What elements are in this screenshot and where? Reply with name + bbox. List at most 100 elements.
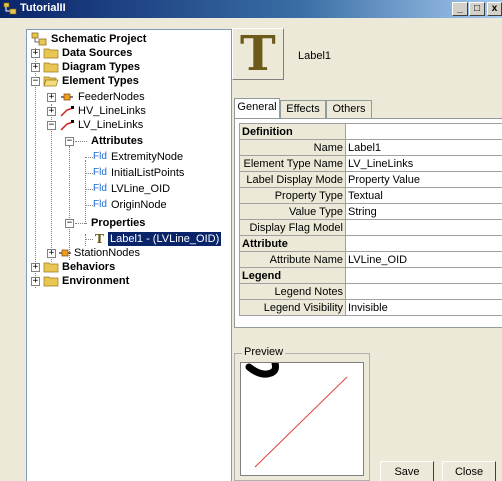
tab-effects[interactable]: Effects: [280, 100, 326, 118]
tree-label: LV_LineLinks: [78, 119, 144, 131]
tree-label: Data Sources: [62, 47, 133, 59]
preview-canvas: [240, 362, 364, 476]
section-spacer: [345, 123, 502, 140]
schematic-tree[interactable]: Schematic Project + Data Sources + Diagr…: [26, 29, 232, 481]
collapse-icon[interactable]: −: [31, 77, 40, 86]
element-name: Label1: [298, 50, 332, 62]
collapse-icon[interactable]: −: [65, 137, 74, 146]
grid-row[interactable]: Property Type Textual: [239, 187, 502, 204]
tree-label: OriginNode: [111, 199, 167, 211]
line-link-icon: [60, 120, 74, 131]
expand-icon[interactable]: +: [47, 107, 56, 116]
grid-key: Display Flag Model: [239, 219, 346, 236]
node-icon: [61, 93, 73, 101]
grid-key: Attribute Name: [239, 251, 346, 268]
tree-item-element-types[interactable]: − Element Types: [31, 74, 231, 88]
tree-item-data-sources[interactable]: + Data Sources: [31, 46, 231, 60]
tree-label: InitialListPoints: [111, 167, 185, 179]
project-icon: [31, 32, 47, 46]
grid-row[interactable]: Attribute Name LVLine_OID: [239, 251, 502, 268]
grid-key: Legend Visibility: [239, 299, 346, 316]
grid-section: Attribute: [239, 235, 502, 252]
tree-label: Diagram Types: [62, 61, 141, 73]
tree-line: [75, 141, 87, 142]
tree-item-behaviors[interactable]: + Behaviors: [31, 260, 231, 274]
tree-label: FeederNodes: [78, 91, 145, 103]
grid-section: Definition: [239, 123, 502, 140]
tree-item-attribute[interactable]: Fld LVLine_OID: [83, 182, 229, 196]
property-grid[interactable]: Definition Name Label1 Element Type Name…: [239, 123, 502, 316]
grid-value[interactable]: Textual: [345, 187, 502, 204]
tree-label: Label1 - (LVLine_OID): [108, 232, 222, 246]
grid-row[interactable]: Name Label1: [239, 139, 502, 156]
grid-row[interactable]: Display Flag Model: [239, 219, 502, 236]
tree-item-attribute[interactable]: Fld ExtremityNode: [83, 150, 229, 164]
collapse-icon[interactable]: −: [65, 219, 74, 228]
expand-icon[interactable]: +: [31, 63, 40, 72]
tree-item-attribute[interactable]: Fld OriginNode: [83, 198, 229, 212]
grid-row[interactable]: Legend Visibility Invisible: [239, 299, 502, 316]
grid-value[interactable]: LV_LineLinks: [345, 155, 502, 172]
tree-item-attributes[interactable]: − Attributes: [65, 134, 225, 148]
expand-icon[interactable]: +: [47, 249, 56, 258]
tree-item-attribute[interactable]: Fld InitialListPoints: [83, 166, 229, 180]
tree-item-hv-linelinks[interactable]: + HV_LineLinks: [47, 104, 227, 118]
text-label-icon: T: [95, 232, 104, 246]
tree-label: Attributes: [91, 135, 143, 147]
tree-item-feeder-nodes[interactable]: + FeederNodes: [47, 90, 227, 104]
grid-value[interactable]: Property Value: [345, 171, 502, 188]
grid-row[interactable]: Element Type Name LV_LineLinks: [239, 155, 502, 172]
tree-item-environment[interactable]: + Environment: [31, 274, 231, 288]
maximize-button[interactable]: □: [469, 2, 485, 16]
field-icon: Fld: [93, 199, 107, 210]
tree-item-properties[interactable]: − Properties: [65, 216, 225, 230]
grid-row[interactable]: Label Display Mode Property Value: [239, 171, 502, 188]
tree-item-label1[interactable]: T Label1 - (LVLine_OID): [83, 232, 229, 246]
app-icon: [3, 2, 17, 15]
tree-label: Element Types: [62, 75, 139, 87]
save-button[interactable]: Save: [380, 461, 434, 481]
section-spacer: [345, 235, 502, 252]
folder-icon: [43, 62, 59, 73]
tree-item-root[interactable]: Schematic Project: [31, 32, 231, 46]
grid-value[interactable]: [345, 219, 502, 236]
grid-key: Legend Notes: [239, 283, 346, 300]
grid-row[interactable]: Legend Notes: [239, 283, 502, 300]
field-icon: Fld: [93, 151, 107, 162]
close-dialog-button[interactable]: Close: [442, 461, 496, 481]
expand-icon[interactable]: +: [31, 49, 40, 58]
tree-item-diagram-types[interactable]: + Diagram Types: [31, 60, 231, 74]
close-button[interactable]: x: [487, 2, 502, 16]
section-definition: Definition: [239, 123, 346, 140]
grid-value[interactable]: Invisible: [345, 299, 502, 316]
tab-general[interactable]: General: [234, 98, 280, 119]
folder-icon: [43, 262, 59, 273]
tree-label: Properties: [91, 217, 146, 229]
tree-label: Environment: [62, 275, 130, 287]
window-client: Schematic Project + Data Sources + Diagr…: [0, 18, 502, 481]
tree-item-lv-linelinks[interactable]: − LV_LineLinks: [47, 118, 227, 132]
field-icon: Fld: [93, 167, 107, 178]
minimize-button[interactable]: _: [452, 2, 468, 16]
field-icon: Fld: [93, 183, 107, 194]
expand-icon[interactable]: +: [47, 93, 56, 102]
node-icon: [59, 249, 71, 257]
grid-value[interactable]: LVLine_OID: [345, 251, 502, 268]
grid-value[interactable]: String: [345, 203, 502, 220]
tab-others[interactable]: Others: [326, 100, 372, 118]
tree-label: Schematic Project: [51, 33, 147, 45]
grid-section: Legend: [239, 267, 502, 284]
preview-label: Preview: [242, 346, 286, 358]
grid-key: Value Type: [239, 203, 346, 220]
line-link-icon: [60, 106, 74, 117]
expand-icon[interactable]: +: [31, 277, 40, 286]
grid-value[interactable]: [345, 283, 502, 300]
expand-icon[interactable]: +: [31, 263, 40, 272]
collapse-icon[interactable]: −: [47, 121, 56, 130]
grid-row[interactable]: Value Type String: [239, 203, 502, 220]
tree-label: Behaviors: [62, 261, 116, 273]
tree-item-station-nodes[interactable]: + StationNodes: [47, 246, 227, 260]
grid-value[interactable]: Label1: [345, 139, 502, 156]
title-bar[interactable]: TutorialII _ □ x: [0, 0, 502, 18]
grid-key: Property Type: [239, 187, 346, 204]
